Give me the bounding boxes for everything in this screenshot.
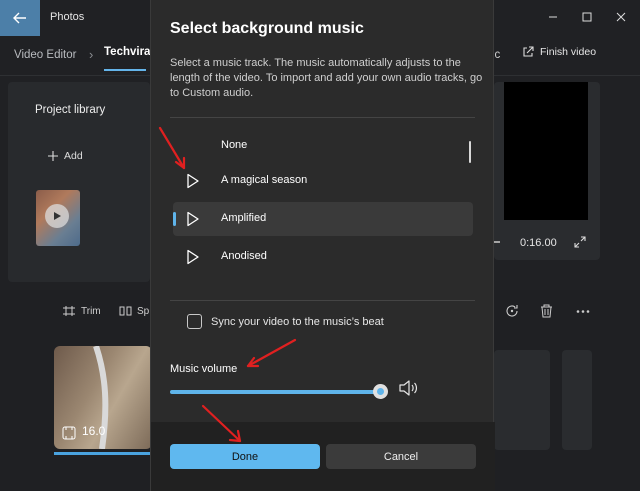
total-duration: 0:16.00 xyxy=(520,237,557,249)
music-volume-label: Music volume xyxy=(170,363,238,375)
music-track-none[interactable]: None xyxy=(173,129,473,163)
clip-duration-icon xyxy=(62,426,76,440)
music-volume-thumb[interactable] xyxy=(373,384,388,399)
cancel-button[interactable]: Cancel xyxy=(326,444,476,469)
sync-beat-label: Sync your video to the music’s beat xyxy=(211,315,384,328)
clip-selection-bar xyxy=(54,452,152,455)
add-media-button[interactable]: Add xyxy=(48,150,83,162)
back-arrow-icon xyxy=(13,12,26,24)
dialog-footer: Done Cancel xyxy=(151,422,495,491)
app-title: Photos xyxy=(50,11,85,23)
minimize-icon xyxy=(549,16,557,18)
media-thumbnail[interactable] xyxy=(36,190,80,246)
clip-duration: 16.0 xyxy=(82,424,106,438)
trim-label: Trim xyxy=(81,305,101,317)
done-button[interactable]: Done xyxy=(170,444,320,469)
project-library-panel: Project library Add xyxy=(8,82,150,282)
storyboard-clip[interactable]: 16.0 xyxy=(54,346,152,449)
divider xyxy=(170,300,475,301)
more-options-icon[interactable] xyxy=(576,310,590,313)
speaker-icon xyxy=(399,380,418,396)
play-icon[interactable] xyxy=(186,211,200,227)
video-preview[interactable] xyxy=(504,82,588,220)
storyboard-slot[interactable] xyxy=(562,350,592,450)
fullscreen-icon[interactable] xyxy=(574,236,586,248)
track-label: None xyxy=(221,139,248,151)
breadcrumb-project[interactable]: Techviral xyxy=(104,46,154,58)
music-volume-slider[interactable] xyxy=(170,390,381,394)
background-music-dialog: Select background music Select a music t… xyxy=(150,0,495,491)
selected-indicator xyxy=(173,212,176,226)
split-icon xyxy=(119,306,132,316)
track-label: A magical season xyxy=(221,174,308,186)
thumbnail-play-icon xyxy=(45,204,69,228)
music-track-amplified[interactable]: Amplified xyxy=(173,202,473,236)
close-icon xyxy=(616,12,626,22)
photos-app-window: Photos Video Editor › Techviral ic Finis… xyxy=(0,0,640,491)
breadcrumb-separator: › xyxy=(89,47,94,62)
active-underline xyxy=(104,69,146,71)
track-label: Amplified xyxy=(221,212,267,224)
minimize-button[interactable] xyxy=(538,3,568,31)
track-list-scrollbar[interactable] xyxy=(469,141,471,163)
split-label: Sp xyxy=(137,305,150,317)
dialog-description: Select a music track. The music automati… xyxy=(170,57,483,99)
sync-beat-checkbox[interactable] xyxy=(187,314,202,329)
play-icon[interactable] xyxy=(186,249,200,265)
project-library-title: Project library xyxy=(35,104,106,116)
storyboard-slot[interactable] xyxy=(494,350,550,450)
split-button[interactable]: Sp xyxy=(119,305,149,317)
trim-icon xyxy=(63,306,75,316)
music-track-a-magical-season[interactable]: A magical season xyxy=(173,164,473,198)
finish-video-label: Finish video xyxy=(540,46,597,58)
play-icon[interactable] xyxy=(186,173,200,189)
video-preview-panel: 0:16.00 xyxy=(492,82,600,260)
close-window-button[interactable] xyxy=(606,3,636,31)
plus-icon xyxy=(48,151,58,161)
rotate-icon[interactable] xyxy=(505,304,519,318)
delete-icon[interactable] xyxy=(540,304,553,318)
dialog-title: Select background music xyxy=(170,20,364,37)
maximize-icon xyxy=(582,12,592,22)
export-icon xyxy=(523,46,534,57)
sync-beat-option[interactable]: Sync your video to the music’s beat xyxy=(187,314,384,329)
back-button[interactable] xyxy=(0,0,40,36)
track-label: Anodised xyxy=(221,250,267,262)
maximize-button[interactable] xyxy=(572,3,602,31)
music-track-anodised[interactable]: Anodised xyxy=(173,240,473,274)
divider xyxy=(170,117,475,118)
trim-button[interactable]: Trim xyxy=(62,305,101,317)
finish-video-button[interactable]: Finish video xyxy=(522,46,596,58)
breadcrumb-video-editor[interactable]: Video Editor xyxy=(14,49,76,61)
add-media-label: Add xyxy=(64,150,83,162)
